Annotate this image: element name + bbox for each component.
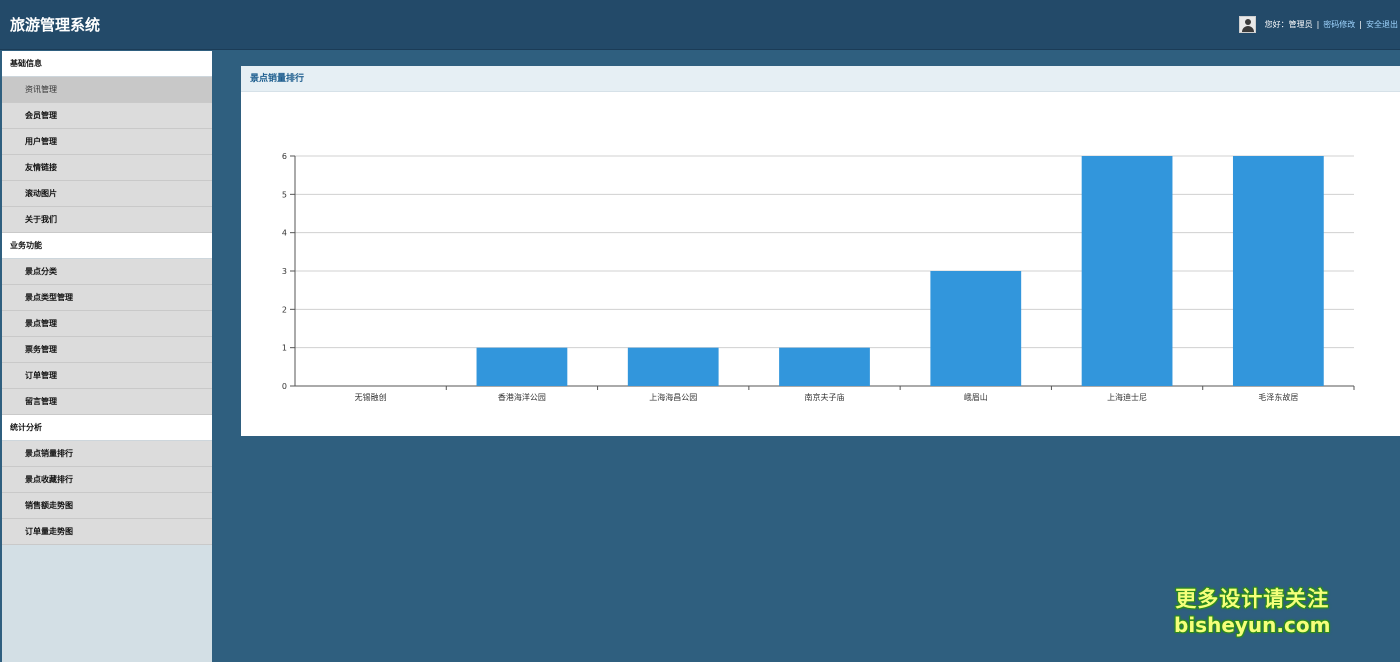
x-tick-label: 南京夫子庙 xyxy=(805,392,845,402)
sidebar-item-users[interactable]: 用户管理 xyxy=(2,129,212,155)
bar xyxy=(1081,156,1173,386)
change-password-link[interactable]: 密码修改 xyxy=(1323,19,1355,30)
sidebar-group-title[interactable]: 业务功能 xyxy=(2,233,212,259)
panel-title: 景点销量排行 xyxy=(241,66,1400,92)
x-tick-label: 峨眉山 xyxy=(964,392,988,402)
sidebar-group-title[interactable]: 统计分析 xyxy=(2,415,212,441)
separator: | xyxy=(1359,19,1362,29)
sidebar-item-news[interactable]: 资讯管理 xyxy=(2,77,212,103)
x-tick-label: 无锡融创 xyxy=(355,392,387,402)
sidebar-item-spot-category[interactable]: 景点分类 xyxy=(2,259,212,285)
watermark: 更多设计请关注 bisheyun.com xyxy=(1174,586,1330,638)
app-title: 旅游管理系统 xyxy=(10,16,101,34)
y-tick-label: 2 xyxy=(282,305,287,314)
y-tick-label: 4 xyxy=(282,229,287,238)
x-tick-label: 香港海洋公园 xyxy=(498,392,546,402)
x-tick-label: 上海迪士尼 xyxy=(1107,392,1147,402)
sidebar-item-carousel[interactable]: 滚动图片 xyxy=(2,181,212,207)
sidebar-item-sales-ranking[interactable]: 景点销量排行 xyxy=(2,441,212,467)
sidebar-item-spot-type[interactable]: 景点类型管理 xyxy=(2,285,212,311)
bar xyxy=(779,347,870,386)
sidebar-item-order-trend[interactable]: 订单量走势图 xyxy=(2,519,212,545)
user-avatar-icon xyxy=(1238,15,1256,33)
sidebar-item-tickets[interactable]: 票务管理 xyxy=(2,337,212,363)
y-tick-label: 6 xyxy=(282,152,287,161)
sidebar: 基础信息 资讯管理 会员管理 用户管理 友情链接 滚动图片 关于我们 业务功能 … xyxy=(2,51,212,662)
sidebar-item-favorites-ranking[interactable]: 景点收藏排行 xyxy=(2,467,212,493)
sidebar-item-links[interactable]: 友情链接 xyxy=(2,155,212,181)
x-tick-label: 毛泽东故居 xyxy=(1258,392,1298,402)
watermark-line2: bisheyun.com xyxy=(1174,613,1331,637)
bar xyxy=(476,347,568,386)
sidebar-item-members[interactable]: 会员管理 xyxy=(2,103,212,129)
bar xyxy=(627,347,719,386)
logout-link[interactable]: 安全退出 xyxy=(1366,19,1398,30)
watermark-line1: 更多设计请关注 xyxy=(1175,587,1330,611)
y-tick-label: 5 xyxy=(282,190,287,199)
sidebar-item-orders[interactable]: 订单管理 xyxy=(2,363,212,389)
sidebar-item-spots[interactable]: 景点管理 xyxy=(2,311,212,337)
sidebar-group-title[interactable]: 基础信息 xyxy=(2,51,212,77)
separator: | xyxy=(1316,19,1320,29)
user-area: 您好：管理员 | 密码修改 | 安全退出 xyxy=(1238,14,1398,34)
bar xyxy=(930,271,1022,386)
greeting-text: 您好：管理员 xyxy=(1264,19,1313,29)
y-tick-label: 0 xyxy=(282,382,287,391)
y-tick-label: 1 xyxy=(282,344,287,353)
chart-panel: 景点销量排行 0 1 2 3 4 5 6 无锡融创 香港海洋公园 上海海昌公园 南京夫子庙 峨眉山 上海… xyxy=(241,66,1400,436)
sidebar-item-messages[interactable]: 留言管理 xyxy=(2,389,212,415)
sidebar-item-revenue-trend[interactable]: 销售额走势图 xyxy=(2,493,212,519)
sidebar-item-about[interactable]: 关于我们 xyxy=(2,207,212,233)
top-header: 旅游管理系统 您好：管理员 | 密码修改 | 安全退出 xyxy=(0,0,1400,50)
bar xyxy=(1232,156,1324,386)
y-tick-label: 3 xyxy=(282,267,287,276)
sales-ranking-chart: 0 1 2 3 4 5 6 无锡融创 香港海洋公园 上海海昌公园 南京夫子庙 峨眉山 上海迪士尼 毛泽东故… xyxy=(282,152,1355,402)
x-tick-label: 上海海昌公园 xyxy=(649,392,697,402)
